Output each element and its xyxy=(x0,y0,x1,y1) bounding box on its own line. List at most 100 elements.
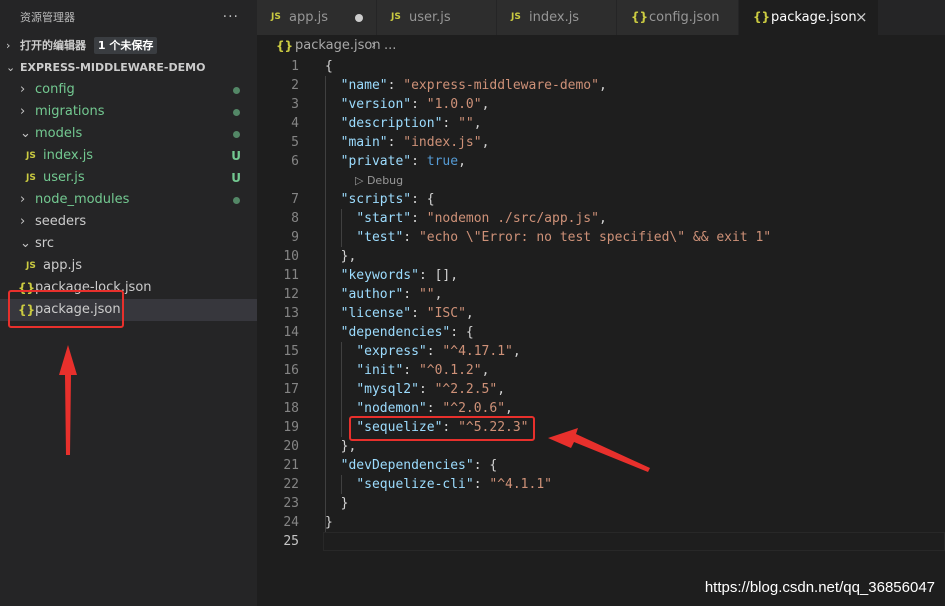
line-number: 13 xyxy=(283,306,299,321)
code-line[interactable]: 12 "author": "", xyxy=(257,285,945,304)
code-line[interactable]: 10 }, xyxy=(257,247,945,266)
indent-guide xyxy=(341,475,342,494)
tree-item[interactable]: ⌄ src xyxy=(0,233,257,255)
tree-item[interactable]: › config xyxy=(0,79,257,101)
open-editors-section[interactable]: › 打开的编辑器 1 个未保存 xyxy=(0,35,257,57)
code-text: "main": "index.js", xyxy=(340,135,490,150)
code-line[interactable]: 1{ xyxy=(257,57,945,76)
code-text: } xyxy=(340,496,349,511)
tree-item[interactable]: › seeders xyxy=(0,211,257,233)
code-line[interactable]: 9 "test": "echo \"Error: no test specifi… xyxy=(257,228,945,247)
code-text: "init": "^0.1.2", xyxy=(356,363,490,378)
line-number: 12 xyxy=(283,287,299,302)
code-line[interactable]: 2 "name": "express-middleware-demo", xyxy=(257,76,945,95)
code-text: }, xyxy=(340,249,357,264)
code-text: "author": "", xyxy=(340,287,443,302)
code-text: { xyxy=(325,59,333,74)
code-line[interactable]: 16 "init": "^0.1.2", xyxy=(257,361,945,380)
code-line[interactable]: 23 } xyxy=(257,494,945,513)
code-text: "license": "ISC", xyxy=(340,306,474,321)
code-text: "dependencies": { xyxy=(340,325,474,340)
chevron-right-icon: › xyxy=(6,39,11,52)
code-line[interactable]: 8 "start": "nodemon ./src/app.js", xyxy=(257,209,945,228)
tab-label: index.js xyxy=(529,10,580,25)
tab-label: user.js xyxy=(409,10,451,25)
code-line[interactable]: 22 "sequelize-cli": "^4.1.1" xyxy=(257,475,945,494)
js-file-icon: JS xyxy=(271,12,281,22)
tab-config-json[interactable]: {} config.json xyxy=(617,0,739,35)
tree-item-label: node_modules xyxy=(35,192,130,207)
code-text: "express": "^4.17.1", xyxy=(356,344,521,359)
more-actions-icon[interactable]: ··· xyxy=(223,0,239,35)
git-status-badge: U xyxy=(231,149,241,163)
line-number: 18 xyxy=(283,401,299,416)
code-line[interactable]: 21 "devDependencies": { xyxy=(257,456,945,475)
code-line[interactable]: 25 xyxy=(257,532,945,551)
tree-item-label: seeders xyxy=(35,214,87,229)
tab-index-js[interactable]: JS index.js xyxy=(497,0,617,35)
code-line[interactable]: 7 "scripts": { xyxy=(257,190,945,209)
code-line[interactable]: 14 "dependencies": { xyxy=(257,323,945,342)
code-text: "mysql2": "^2.2.5", xyxy=(356,382,506,397)
code-text: "private": true, xyxy=(340,154,466,169)
highlight-sequelize-line xyxy=(349,416,535,441)
code-text: } xyxy=(325,515,333,530)
code-line[interactable]: 11 "keywords": [], xyxy=(257,266,945,285)
line-number: 4 xyxy=(291,116,299,131)
git-modified-dot xyxy=(233,197,240,204)
code-line[interactable]: 13 "license": "ISC", xyxy=(257,304,945,323)
line-number: 8 xyxy=(291,211,299,226)
indent-guide xyxy=(325,76,326,532)
tree-item[interactable]: ⌄ models xyxy=(0,123,257,145)
close-icon[interactable]: × xyxy=(855,0,868,35)
chevron-down-icon: ⌄ xyxy=(20,126,31,141)
line-number: 16 xyxy=(283,363,299,378)
breadcrumb-file[interactable]: package.json xyxy=(295,35,381,57)
code-line[interactable]: 6 "private": true, xyxy=(257,152,945,171)
breadcrumb-more[interactable]: ... xyxy=(384,35,396,57)
line-number: 6 xyxy=(291,154,299,169)
line-number: 23 xyxy=(283,496,299,511)
chevron-right-icon: › xyxy=(20,82,26,97)
code-line[interactable]: 3 "version": "1.0.0", xyxy=(257,95,945,114)
tree-item[interactable]: JS app.js xyxy=(0,255,257,277)
explorer-title: 资源管理器 xyxy=(20,11,75,24)
tree-item[interactable]: › migrations xyxy=(0,101,257,123)
indent-guide xyxy=(341,209,342,247)
code-line[interactable]: 5 "main": "index.js", xyxy=(257,133,945,152)
code-line[interactable]: 15 "express": "^4.17.1", xyxy=(257,342,945,361)
js-file-icon: JS xyxy=(26,261,36,271)
tab-label: app.js xyxy=(289,10,328,25)
open-editors-label: 打开的编辑器 xyxy=(20,39,86,52)
breadcrumb-separator: › xyxy=(371,38,377,53)
line-number: 17 xyxy=(283,382,299,397)
code-text: "sequelize-cli": "^4.1.1" xyxy=(356,477,552,492)
git-modified-dot xyxy=(233,109,240,116)
highlight-package-json xyxy=(8,290,124,328)
tree-item-label: models xyxy=(35,126,83,141)
git-modified-dot xyxy=(233,87,240,94)
code-line[interactable]: 24} xyxy=(257,513,945,532)
js-file-icon: JS xyxy=(26,151,36,161)
tree-item[interactable]: JS user.js U xyxy=(0,167,257,189)
tree-item-label: app.js xyxy=(43,258,82,273)
project-section[interactable]: ⌄ EXPRESS-MIDDLEWARE-DEMO xyxy=(0,57,257,79)
tree-item-label: migrations xyxy=(35,104,105,119)
tree-item-label: user.js xyxy=(43,170,85,185)
line-number: 21 xyxy=(283,458,299,473)
tree-item-label: src xyxy=(35,236,54,251)
tab-user-js[interactable]: JS user.js xyxy=(377,0,497,35)
code-line[interactable]: 4 "description": "", xyxy=(257,114,945,133)
unsaved-dot[interactable] xyxy=(355,14,363,22)
line-number: 20 xyxy=(283,439,299,454)
tree-item[interactable]: › node_modules xyxy=(0,189,257,211)
tab-app-js[interactable]: JS app.js xyxy=(257,0,377,35)
code-line[interactable]: 17 "mysql2": "^2.2.5", xyxy=(257,380,945,399)
code-editor[interactable]: 1{2 "name": "express-middleware-demo", 3 … xyxy=(257,57,945,606)
tab-package-json[interactable]: {} package.json × xyxy=(739,0,879,35)
debug-codelens[interactable]: ▷ Debug xyxy=(355,171,403,190)
line-number: 10 xyxy=(283,249,299,264)
tree-item[interactable]: JS index.js U xyxy=(0,145,257,167)
tab-label: package.json xyxy=(771,10,857,25)
json-file-icon: {} xyxy=(753,10,771,24)
